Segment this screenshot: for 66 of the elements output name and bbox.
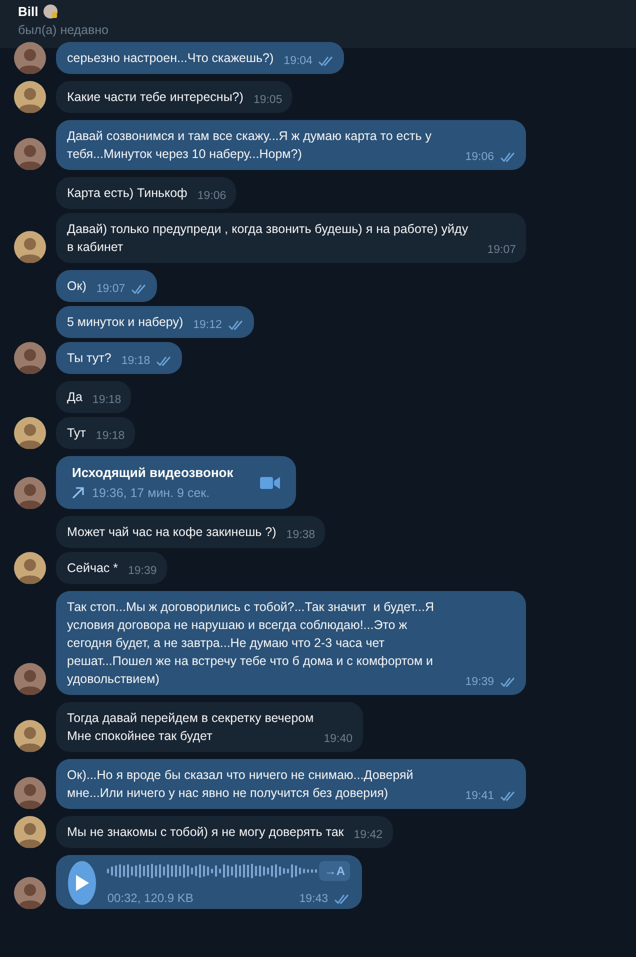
message-time: 19:42 <box>354 828 383 842</box>
message-time: 19:39 <box>465 675 494 689</box>
double-check-icon <box>500 791 516 801</box>
play-button[interactable] <box>68 861 96 905</box>
message-text: Да <box>67 389 82 406</box>
message-time: 19:18 <box>92 393 122 407</box>
emoji-icon <box>43 4 58 19</box>
double-check-icon <box>318 56 334 66</box>
contact-status: был(а) недавно <box>18 23 110 37</box>
message-text: Мы не знакомы с тобой) я не могу доверять так <box>67 824 344 841</box>
message-text: Ок)...Но я вроде бы сказал что ничего не снимаю...Доверяй мне...Или ничего у нас явно не получится без доверия) <box>67 767 414 802</box>
avatar-icon[interactable] <box>14 663 46 695</box>
message-time: 19:43 <box>299 893 328 905</box>
avatar-icon[interactable] <box>14 138 46 170</box>
contact-name[interactable]: Bill <box>18 4 38 19</box>
message-text: Карта есть) Тинькоф <box>67 185 188 202</box>
message-time: 19:18 <box>96 429 125 443</box>
avatar-icon[interactable] <box>14 816 46 848</box>
message-time: 19:06 <box>465 150 494 164</box>
message-time: 19:06 <box>197 189 226 203</box>
avatar-icon[interactable] <box>14 231 46 263</box>
message-text: Ок) <box>67 278 86 295</box>
message-time: 19:07 <box>487 243 516 257</box>
message-time: 19:38 <box>286 528 316 542</box>
avatar-icon[interactable] <box>14 81 46 113</box>
double-check-icon <box>131 284 148 294</box>
message-time: 19:07 <box>96 282 126 296</box>
message-time: 19:40 <box>324 732 353 746</box>
double-check-icon <box>334 894 350 904</box>
avatar-icon[interactable] <box>14 877 46 909</box>
avatar-icon[interactable] <box>14 42 46 74</box>
waveform-icon <box>107 863 320 879</box>
message-text: Давай) только предупреди , когда звонить будешь) я на работе) уйду в кабинет <box>67 221 470 256</box>
message-text: Так стоп...Мы ж договорились с тобой?...Так значит и будет...Я условия договора не нарушаю и всегда соблюдаю!...Это ж сегодня будет, а не завтра...Не думаю что 2-3 часа чет решат...Пошел же на встречу тебе что б дома и с комфортом и удовольствием) <box>67 599 435 688</box>
call-bubble[interactable]: Исходящий видеозвонок 19:36, 17 мин. 9 сек. <box>56 456 296 509</box>
double-check-icon <box>500 152 516 162</box>
message-text: Давай созвонимся и там все скажу...Я ж думаю карта то есть у тебя...Минуток через 10 наберу...Норм?) <box>67 128 432 163</box>
outgoing-arrow-icon <box>72 487 84 499</box>
message-time: 19:41 <box>465 789 494 803</box>
avatar-icon[interactable] <box>14 720 46 752</box>
avatar-icon[interactable] <box>14 777 46 809</box>
message-text: Тут <box>67 425 86 442</box>
double-check-icon <box>500 677 516 687</box>
play-icon <box>75 875 90 891</box>
call-title: Исходящий видеозвонок <box>72 465 234 480</box>
message-time: 19:04 <box>284 54 312 68</box>
message-text: 5 минуток и наберу) <box>67 314 184 331</box>
video-camera-icon[interactable] <box>260 476 280 488</box>
message-time: 19:05 <box>253 93 282 107</box>
avatar-icon[interactable] <box>14 342 46 374</box>
message-text: Какие части тебе интересны?) <box>67 89 244 106</box>
message-time: 19:39 <box>128 564 157 578</box>
message-text: Тогда давай перейдем в секретку вечером Мне спокойнее так будет <box>67 710 314 745</box>
voice-info: 00:32, 120.9 KB <box>107 891 194 905</box>
message-time: 19:12 <box>193 318 222 332</box>
message-text: Ты тут? <box>67 350 112 367</box>
double-check-icon <box>228 320 244 330</box>
message-text: Сейчас * <box>67 560 118 577</box>
message-text: серьезно настроен...Что скажешь?) <box>67 50 274 67</box>
message-time: 19:18 <box>121 354 150 368</box>
double-check-icon <box>156 356 172 366</box>
message-text: Может чай час на кофе закинешь ?) <box>67 524 276 541</box>
avatar-icon[interactable] <box>14 477 46 509</box>
avatar-icon[interactable] <box>14 552 46 584</box>
call-details: 19:36, 17 мин. 9 сек. <box>92 486 210 500</box>
avatar-icon[interactable] <box>14 417 46 449</box>
